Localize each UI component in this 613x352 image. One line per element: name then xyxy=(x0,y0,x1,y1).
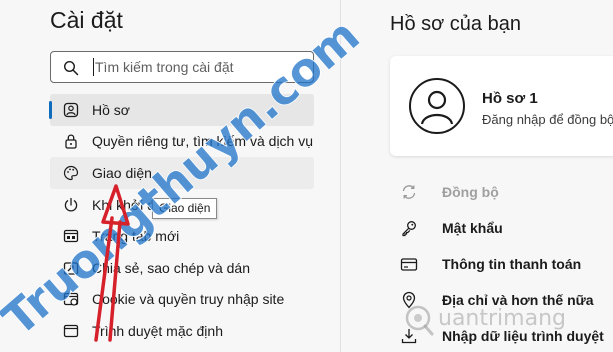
profile-card[interactable]: Hồ sơ 1 Đăng nhập để đồng bộ xyxy=(390,56,613,156)
settings-nav: Hồ sơ Quyền riêng tư, tìm kiếm và dịch v… xyxy=(49,94,314,347)
nav-item-privacy[interactable]: Quyền riêng tư, tìm kiếm và dịch vụ xyxy=(50,126,314,158)
person-icon xyxy=(63,102,79,118)
power-icon xyxy=(63,197,79,213)
nav-item-label: Cookie và quyền truy nhập site xyxy=(92,291,285,308)
avatar xyxy=(409,78,465,134)
sync-icon xyxy=(400,183,418,201)
nav-item-profile[interactable]: Hồ sơ xyxy=(49,94,314,126)
nav-item-label: Hồ sơ xyxy=(92,101,130,118)
cookie-icon xyxy=(63,291,79,307)
nav-item-default-browser[interactable]: Trình duyệt mặc định xyxy=(50,315,314,347)
nav-item-cookies[interactable]: Cookie và quyền truy nhập site xyxy=(50,284,314,316)
settings-title: Cài đặt xyxy=(50,7,123,33)
tab-icon xyxy=(63,228,79,244)
sync-label: Đồng bộ xyxy=(442,184,499,200)
text-caret xyxy=(93,58,94,76)
import-data-row[interactable]: Nhập dữ liệu trình duyệt xyxy=(400,318,613,352)
nav-item-label: Trình duyệt mặc định xyxy=(92,322,223,339)
import-icon xyxy=(400,327,418,345)
payment-info-label: Thông tin thanh toán xyxy=(442,256,582,272)
nav-item-share[interactable]: Chia sẻ, sao chép và dán xyxy=(50,252,314,284)
nav-item-label: Giao diện xyxy=(92,164,152,181)
nav-item-label: Trang tab mới xyxy=(92,228,180,245)
share-icon xyxy=(63,260,79,276)
profile-name: Hồ sơ 1 xyxy=(482,90,538,107)
sync-row[interactable]: Đồng bộ xyxy=(400,174,613,210)
profile-settings-list: Đồng bộ Mật khẩu Thông tin thanh toán Đị… xyxy=(400,174,613,352)
lock-icon xyxy=(63,133,79,150)
key-icon xyxy=(400,219,418,237)
selection-indicator xyxy=(49,101,52,119)
browser-icon xyxy=(63,323,79,339)
import-data-label: Nhập dữ liệu trình duyệt xyxy=(442,328,604,344)
nav-item-appearance[interactable]: Giao diện xyxy=(50,157,314,189)
settings-search-input[interactable]: Tìm kiếm trong cài đặt xyxy=(50,51,314,83)
location-icon xyxy=(400,291,418,309)
addresses-row[interactable]: Địa chỉ và hơn thế nữa xyxy=(400,282,613,318)
addresses-label: Địa chỉ và hơn thế nữa xyxy=(442,292,594,308)
passwords-label: Mật khẩu xyxy=(442,220,503,236)
search-icon xyxy=(63,60,79,76)
passwords-row[interactable]: Mật khẩu xyxy=(400,210,613,246)
profile-heading: Hồ sơ của bạn xyxy=(390,13,521,35)
nav-item-label: Quyền riêng tư, tìm kiếm và dịch vụ xyxy=(92,133,314,150)
card-icon xyxy=(400,255,418,273)
nav-item-label: Chia sẻ, sao chép và dán xyxy=(92,259,250,276)
palette-icon xyxy=(63,165,79,181)
appearance-tooltip: Giao diện xyxy=(152,198,218,219)
search-placeholder: Tìm kiếm trong cài đặt xyxy=(95,59,234,75)
profile-subtitle: Đăng nhập để đồng bộ xyxy=(482,112,613,127)
nav-item-new-tab[interactable]: Trang tab mới xyxy=(50,220,314,252)
payment-info-row[interactable]: Thông tin thanh toán xyxy=(400,246,613,282)
